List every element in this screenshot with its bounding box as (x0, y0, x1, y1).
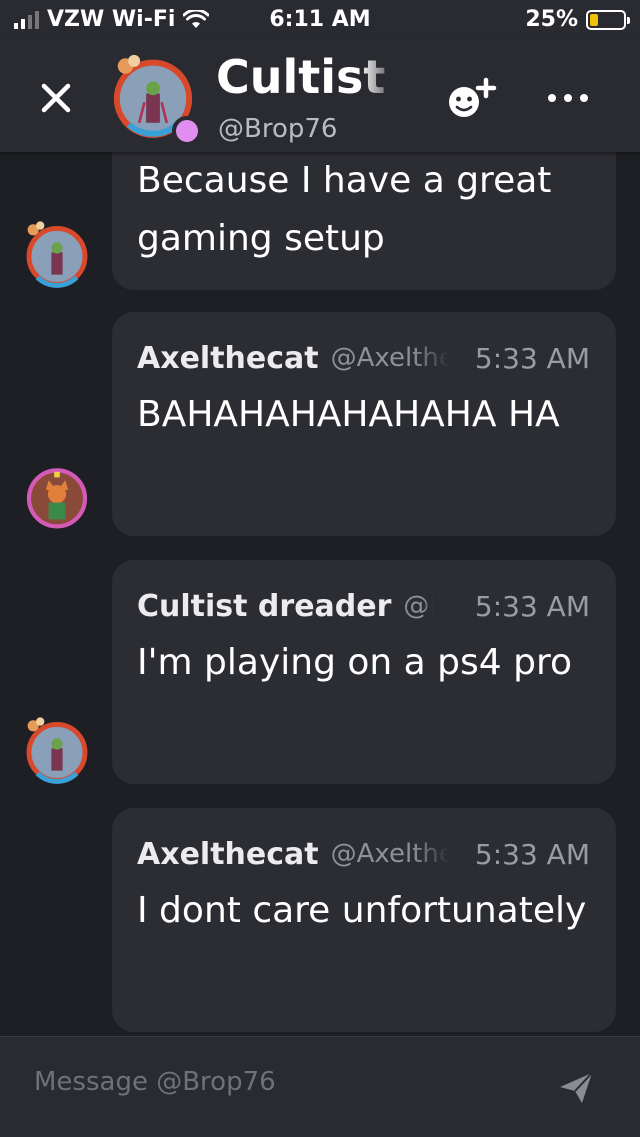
add-friend-icon[interactable] (444, 72, 500, 124)
message-bubble: Axelthecat @Axelthecat 5:33 AM BAHAHAHAH… (112, 312, 616, 536)
battery-level (590, 13, 598, 26)
message-time: 5:33 AM (474, 342, 590, 375)
message-bubble: Because I have a great gaming setup (112, 152, 616, 290)
status-bar: VZW Wi-Fi 6:11 AM 25% (0, 0, 640, 40)
avatar[interactable] (22, 220, 92, 290)
send-icon[interactable] (558, 1071, 594, 1105)
close-icon[interactable] (36, 78, 76, 118)
message-bubble: Cultist dreader @Brop76 5:33 AM I'm play… (112, 560, 616, 784)
message-handle: @Axelthecat (330, 343, 449, 373)
message-bubble: Axelthecat @Axelthecat 5:33 AM I dont ca… (112, 808, 616, 1032)
battery-icon (586, 9, 630, 30)
message-time: 5:33 AM (474, 838, 590, 871)
message-author[interactable]: Axelthecat (137, 837, 319, 872)
avatar[interactable] (22, 462, 92, 532)
message-composer: Message @Brop76 (0, 1036, 640, 1137)
more-icon[interactable] (546, 88, 590, 108)
message-text: I'm playing on a ps4 pro (137, 642, 572, 683)
header-handle: @Brop76 (218, 114, 338, 144)
message-list[interactable]: Because I have a great gaming setup Axel… (0, 152, 640, 1036)
message-input[interactable]: Message @Brop76 (34, 1067, 276, 1097)
message-author[interactable]: Axelthecat (137, 341, 319, 376)
message-time: 5:33 AM (474, 590, 590, 623)
message-text: BAHAHAHAHAHAHA HA (137, 394, 560, 435)
battery-percent: 25% (525, 7, 578, 32)
message-text: I dont care unfortunately (137, 890, 587, 931)
presence-indicator (172, 116, 202, 146)
message-author[interactable]: Cultist dreader (137, 589, 391, 624)
message-handle: @Axelthecat (330, 839, 449, 869)
page-title: Cultist dreader (216, 50, 400, 104)
chat-header: Cultist dreader @Brop76 (0, 40, 640, 152)
avatar[interactable] (22, 716, 92, 786)
message-handle: @Brop76 (403, 591, 433, 621)
message-text: Because I have a great gaming setup (137, 160, 552, 259)
